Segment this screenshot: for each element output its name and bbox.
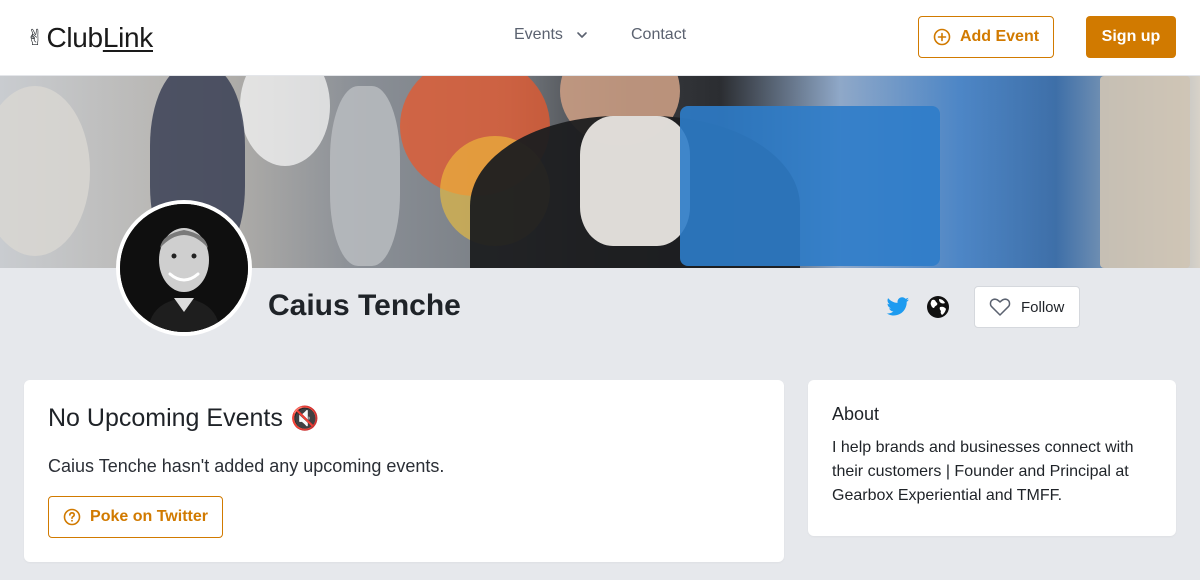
muted-speaker-icon: 🔇 bbox=[290, 405, 320, 431]
logo-text-club: Club bbox=[46, 22, 103, 53]
follow-label: Follow bbox=[1021, 298, 1065, 316]
about-text: I help brands and businesses connect wit… bbox=[832, 439, 1134, 504]
add-event-label: Add Event bbox=[959, 28, 1040, 45]
question-circle-icon bbox=[63, 508, 81, 526]
chevron-down-icon bbox=[577, 32, 587, 38]
follow-button[interactable]: Follow bbox=[974, 286, 1080, 328]
top-navigation-bar: ✌ Club Link Events Contact Add Event Sig… bbox=[0, 0, 1200, 76]
profile-name: Caius Tenche bbox=[268, 289, 461, 322]
events-title-text: No Upcoming Events bbox=[48, 404, 283, 432]
add-event-button[interactable]: Add Event bbox=[918, 16, 1054, 58]
logo-text-link: Link bbox=[102, 22, 153, 53]
clublink-logo[interactable]: ✌ Club Link bbox=[26, 20, 153, 56]
nav-events-dropdown[interactable]: Events bbox=[514, 26, 589, 44]
about-card: About I help brands and businesses conne… bbox=[808, 380, 1176, 536]
nav-events-label: Events bbox=[514, 26, 563, 43]
heart-icon bbox=[989, 298, 1011, 316]
sign-up-button[interactable]: Sign up bbox=[1086, 16, 1176, 58]
events-description: Caius Tenche hasn't added any upcoming e… bbox=[48, 456, 445, 476]
poke-label: Poke on Twitter bbox=[90, 508, 208, 525]
about-title: About bbox=[832, 404, 880, 424]
poke-on-twitter-button[interactable]: Poke on Twitter bbox=[48, 496, 223, 538]
avatar-portrait bbox=[120, 204, 248, 332]
globe-icon[interactable] bbox=[926, 295, 950, 324]
victory-hand-icon: ✌ bbox=[26, 25, 45, 50]
events-title: No Upcoming Events 🔇 bbox=[48, 404, 319, 433]
nav-contact-link[interactable]: Contact bbox=[631, 26, 686, 44]
profile-avatar bbox=[116, 200, 252, 336]
plus-circle-icon bbox=[933, 28, 951, 46]
events-card: No Upcoming Events 🔇 Caius Tenche hasn't… bbox=[24, 380, 784, 562]
twitter-icon[interactable] bbox=[886, 296, 910, 323]
